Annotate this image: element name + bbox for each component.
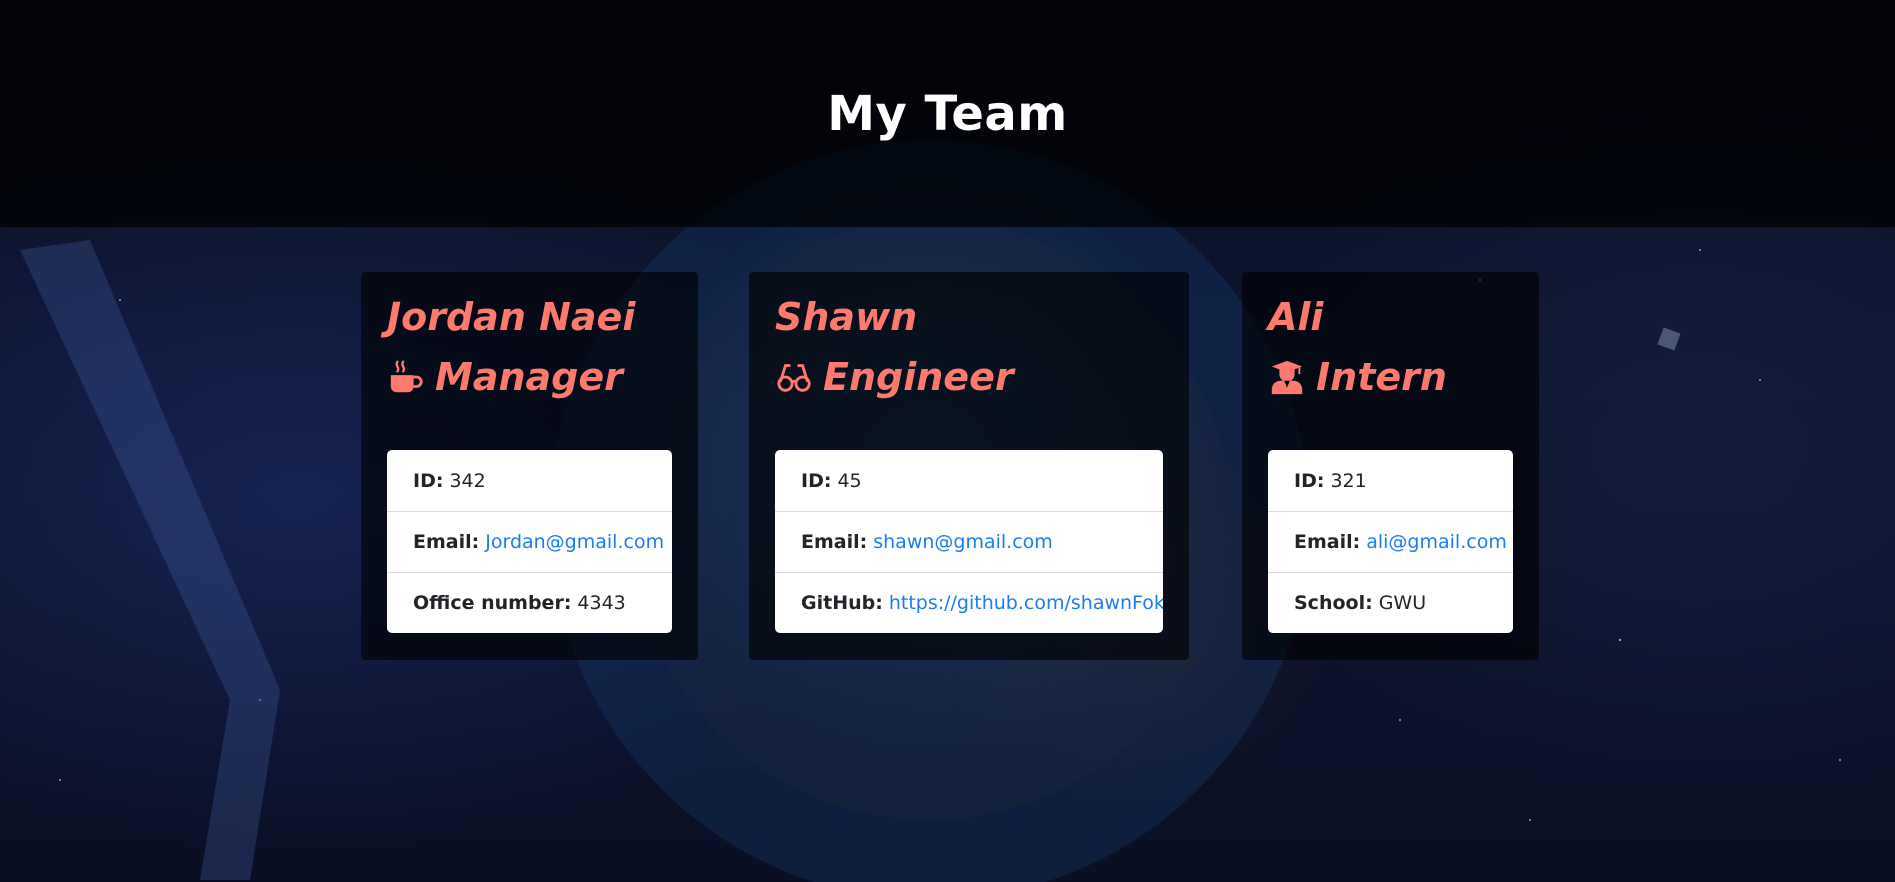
header-banner: My Team	[0, 0, 1895, 227]
employee-info-list: ID: 321 Email: ali@gmail.com School: GWU	[1268, 450, 1513, 633]
employee-info-list: ID: 45 Email: shawn@gmail.com GitHub: ht…	[775, 450, 1163, 633]
employee-role: Manager	[387, 358, 672, 396]
list-item-email: Email: shawn@gmail.com	[775, 511, 1163, 572]
email-link[interactable]: Jordan@gmail.com	[485, 531, 664, 553]
employee-role: Intern	[1268, 358, 1513, 396]
field-label: Email:	[801, 531, 868, 553]
list-item-id: ID: 321	[1268, 450, 1513, 511]
role-label: Intern	[1316, 355, 1447, 399]
list-item-email: Email: ali@gmail.com	[1268, 511, 1513, 572]
mug-hot-icon	[390, 360, 423, 393]
list-item-github: GitHub: https://github.com/shawnFok	[775, 572, 1163, 633]
glasses-icon	[777, 364, 811, 392]
list-item-id: ID: 45	[775, 450, 1163, 511]
field-label: Email:	[1294, 531, 1361, 553]
list-item-office-number: Office number: 4343	[387, 572, 672, 633]
field-value: 4343	[577, 592, 626, 614]
field-label: Email:	[413, 531, 480, 553]
employee-name: Jordan Naei	[387, 295, 636, 339]
field-label: GitHub:	[801, 592, 883, 614]
employee-card-intern: Ali Intern ID: 321 Email: ali@gmail.com …	[1242, 272, 1539, 660]
employee-info-list: ID: 342 Email: Jordan@gmail.com Office n…	[387, 450, 672, 633]
field-label: ID:	[801, 469, 832, 492]
email-link[interactable]: shawn@gmail.com	[873, 531, 1053, 553]
field-label: ID:	[1294, 469, 1325, 492]
list-item-email: Email: Jordan@gmail.com	[387, 511, 672, 572]
field-value: GWU	[1378, 592, 1427, 614]
list-item-id: ID: 342	[387, 450, 672, 511]
role-label: Manager	[435, 355, 623, 399]
field-label: School:	[1294, 592, 1373, 614]
field-value: 45	[837, 469, 862, 492]
page-title: My Team	[827, 85, 1068, 142]
role-label: Engineer	[823, 355, 1014, 399]
employee-role: Engineer	[775, 358, 1163, 396]
employee-name: Ali	[1268, 295, 1324, 339]
employee-name: Shawn	[775, 295, 918, 339]
list-item-school: School: GWU	[1268, 572, 1513, 633]
employee-card-engineer: Shawn Engineer ID: 45 Email: shawn@gmail…	[749, 272, 1189, 660]
github-link[interactable]: https://github.com/shawnFok	[889, 592, 1163, 614]
employee-card-manager: Jordan Naei Manager ID: 342 Email: Jorda…	[361, 272, 698, 660]
user-graduate-icon	[1271, 360, 1303, 395]
field-label: Office number:	[413, 592, 572, 614]
field-label: ID:	[413, 469, 444, 492]
email-link[interactable]: ali@gmail.com	[1366, 531, 1507, 553]
field-value: 321	[1330, 469, 1367, 492]
field-value: 342	[449, 469, 486, 492]
